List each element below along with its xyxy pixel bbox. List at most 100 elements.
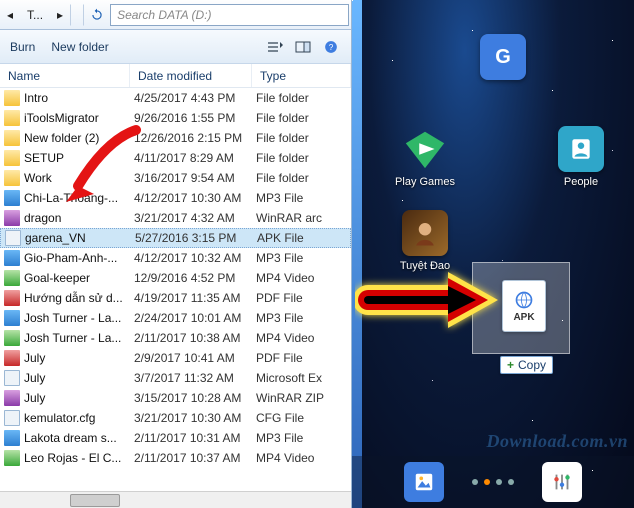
command-bar: Burn New folder ? bbox=[0, 30, 351, 64]
file-name: garena_VN bbox=[25, 231, 135, 245]
apk-drag-ghost: APK bbox=[502, 280, 546, 332]
burn-button[interactable]: Burn bbox=[10, 40, 35, 54]
file-name: Leo Rojas - El C... bbox=[24, 451, 134, 465]
file-name: Chi-La-Thoang-... bbox=[24, 191, 134, 205]
gallery-app[interactable] bbox=[404, 462, 444, 502]
file-name: Josh Turner - La... bbox=[24, 311, 134, 325]
file-icon bbox=[4, 370, 20, 386]
file-row[interactable]: Josh Turner - La...2/11/2017 10:38 AMMP4… bbox=[0, 328, 351, 348]
play-games-label: Play Games bbox=[395, 176, 455, 188]
file-row[interactable]: garena_VN5/27/2016 3:15 PMAPK File bbox=[0, 228, 351, 248]
file-row[interactable]: SETUP4/11/2017 8:29 AMFile folder bbox=[0, 148, 351, 168]
file-date: 3/21/2017 10:30 AM bbox=[134, 411, 256, 425]
file-icon bbox=[4, 310, 20, 326]
nav-back-chevron[interactable]: ◂ bbox=[2, 4, 18, 26]
file-type: Microsoft Ex bbox=[256, 371, 351, 385]
file-type: APK File bbox=[257, 231, 350, 245]
file-row[interactable]: iToolsMigrator9/26/2016 1:55 PMFile fold… bbox=[0, 108, 351, 128]
file-name: kemulator.cfg bbox=[24, 411, 134, 425]
file-icon bbox=[4, 210, 20, 226]
file-type: MP3 File bbox=[256, 311, 351, 325]
equalizer-app[interactable] bbox=[542, 462, 582, 502]
view-options-button[interactable] bbox=[265, 38, 285, 56]
file-icon bbox=[4, 450, 20, 466]
file-icon bbox=[4, 250, 20, 266]
file-row[interactable]: Goal-keeper12/9/2016 4:52 PMMP4 Video bbox=[0, 268, 351, 288]
file-date: 5/27/2016 3:15 PM bbox=[135, 231, 257, 245]
file-icon bbox=[4, 330, 20, 346]
file-icon bbox=[4, 350, 20, 366]
breadcrumb-expand[interactable]: ▸ bbox=[52, 4, 68, 26]
svg-text:?: ? bbox=[329, 42, 334, 51]
file-date: 4/19/2017 11:35 AM bbox=[134, 291, 256, 305]
emulator-taskbar bbox=[352, 456, 634, 508]
file-date: 12/9/2016 4:52 PM bbox=[134, 271, 256, 285]
play-games-app[interactable]: Play Games bbox=[396, 126, 454, 188]
file-row[interactable]: July3/15/2017 10:28 AMWinRAR ZIP bbox=[0, 388, 351, 408]
tuyet-dao-icon bbox=[402, 210, 448, 256]
file-type: File folder bbox=[256, 111, 351, 125]
refresh-button[interactable] bbox=[86, 4, 108, 26]
people-app[interactable]: People bbox=[552, 126, 610, 188]
file-name: SETUP bbox=[24, 151, 134, 165]
file-icon bbox=[4, 290, 20, 306]
file-date: 3/7/2017 11:32 AM bbox=[134, 371, 256, 385]
file-name: Intro bbox=[24, 91, 134, 105]
google-tile[interactable]: G bbox=[474, 34, 532, 80]
emulator-desktop[interactable]: G Play Games People Tuyệt Đao APK + Copy… bbox=[352, 0, 634, 508]
file-row[interactable]: Gio-Pham-Anh-...4/12/2017 10:32 AMMP3 Fi… bbox=[0, 248, 351, 268]
file-row[interactable]: dragon3/21/2017 4:32 AMWinRAR arc bbox=[0, 208, 351, 228]
file-name: July bbox=[24, 391, 134, 405]
file-icon bbox=[4, 110, 20, 126]
file-row[interactable]: Work3/16/2017 9:54 AMFile folder bbox=[0, 168, 351, 188]
horizontal-scrollbar[interactable] bbox=[0, 491, 351, 508]
file-name: dragon bbox=[24, 211, 134, 225]
apk-badge-text: APK bbox=[513, 312, 534, 323]
file-row[interactable]: Chi-La-Thoang-...4/12/2017 10:30 AMMP3 F… bbox=[0, 188, 351, 208]
file-row[interactable]: kemulator.cfg3/21/2017 10:30 AMCFG File bbox=[0, 408, 351, 428]
file-row[interactable]: July2/9/2017 10:41 AMPDF File bbox=[0, 348, 351, 368]
scrollbar-thumb[interactable] bbox=[70, 494, 120, 507]
file-type: MP3 File bbox=[256, 191, 351, 205]
preview-pane-button[interactable] bbox=[293, 38, 313, 56]
file-date: 4/11/2017 8:29 AM bbox=[134, 151, 256, 165]
file-name: July bbox=[24, 371, 134, 385]
help-button[interactable]: ? bbox=[321, 38, 341, 56]
file-row[interactable]: Leo Rojas - El C...2/11/2017 10:37 AMMP4… bbox=[0, 448, 351, 468]
file-name: Hướng dẫn sử d... bbox=[24, 291, 134, 305]
file-type: File folder bbox=[256, 131, 351, 145]
file-date: 2/11/2017 10:38 AM bbox=[134, 331, 256, 345]
file-date: 2/11/2017 10:31 AM bbox=[134, 431, 256, 445]
file-type: MP4 Video bbox=[256, 331, 351, 345]
file-row[interactable]: Lakota dream s...2/11/2017 10:31 AMMP3 F… bbox=[0, 428, 351, 448]
file-date: 2/9/2017 10:41 AM bbox=[134, 351, 256, 365]
file-icon bbox=[4, 90, 20, 106]
file-row[interactable]: Intro4/25/2017 4:43 PMFile folder bbox=[0, 88, 351, 108]
file-date: 3/15/2017 10:28 AM bbox=[134, 391, 256, 405]
file-row[interactable]: Hướng dẫn sử d...4/19/2017 11:35 AMPDF F… bbox=[0, 288, 351, 308]
file-row[interactable]: July3/7/2017 11:32 AMMicrosoft Ex bbox=[0, 368, 351, 388]
list-view-icon bbox=[267, 41, 283, 53]
file-type: PDF File bbox=[256, 351, 351, 365]
column-header-name[interactable]: Name bbox=[0, 64, 130, 87]
breadcrumb-tail[interactable]: T... bbox=[20, 4, 50, 26]
file-date: 2/11/2017 10:37 AM bbox=[134, 451, 256, 465]
file-row[interactable]: New folder (2)12/26/2016 2:15 PMFile fol… bbox=[0, 128, 351, 148]
file-row[interactable]: Josh Turner - La...2/24/2017 10:01 AMMP3… bbox=[0, 308, 351, 328]
file-icon bbox=[4, 170, 20, 186]
help-icon: ? bbox=[324, 40, 338, 54]
emulator-sidebar bbox=[352, 0, 362, 508]
new-folder-button[interactable]: New folder bbox=[51, 40, 108, 54]
nav-separator bbox=[70, 4, 84, 26]
file-name: July bbox=[24, 351, 134, 365]
file-name: Josh Turner - La... bbox=[24, 331, 134, 345]
file-type: MP4 Video bbox=[256, 451, 351, 465]
file-list[interactable]: Intro4/25/2017 4:43 PMFile folderiToolsM… bbox=[0, 88, 351, 491]
tuyet-dao-app[interactable]: Tuyệt Đao bbox=[396, 210, 454, 272]
column-header-type[interactable]: Type bbox=[252, 64, 351, 87]
gallery-icon bbox=[413, 471, 435, 493]
file-date: 4/12/2017 10:30 AM bbox=[134, 191, 256, 205]
pane-icon bbox=[295, 41, 311, 53]
search-input[interactable]: Search DATA (D:) bbox=[110, 4, 349, 26]
column-header-date[interactable]: Date modified bbox=[130, 64, 252, 87]
